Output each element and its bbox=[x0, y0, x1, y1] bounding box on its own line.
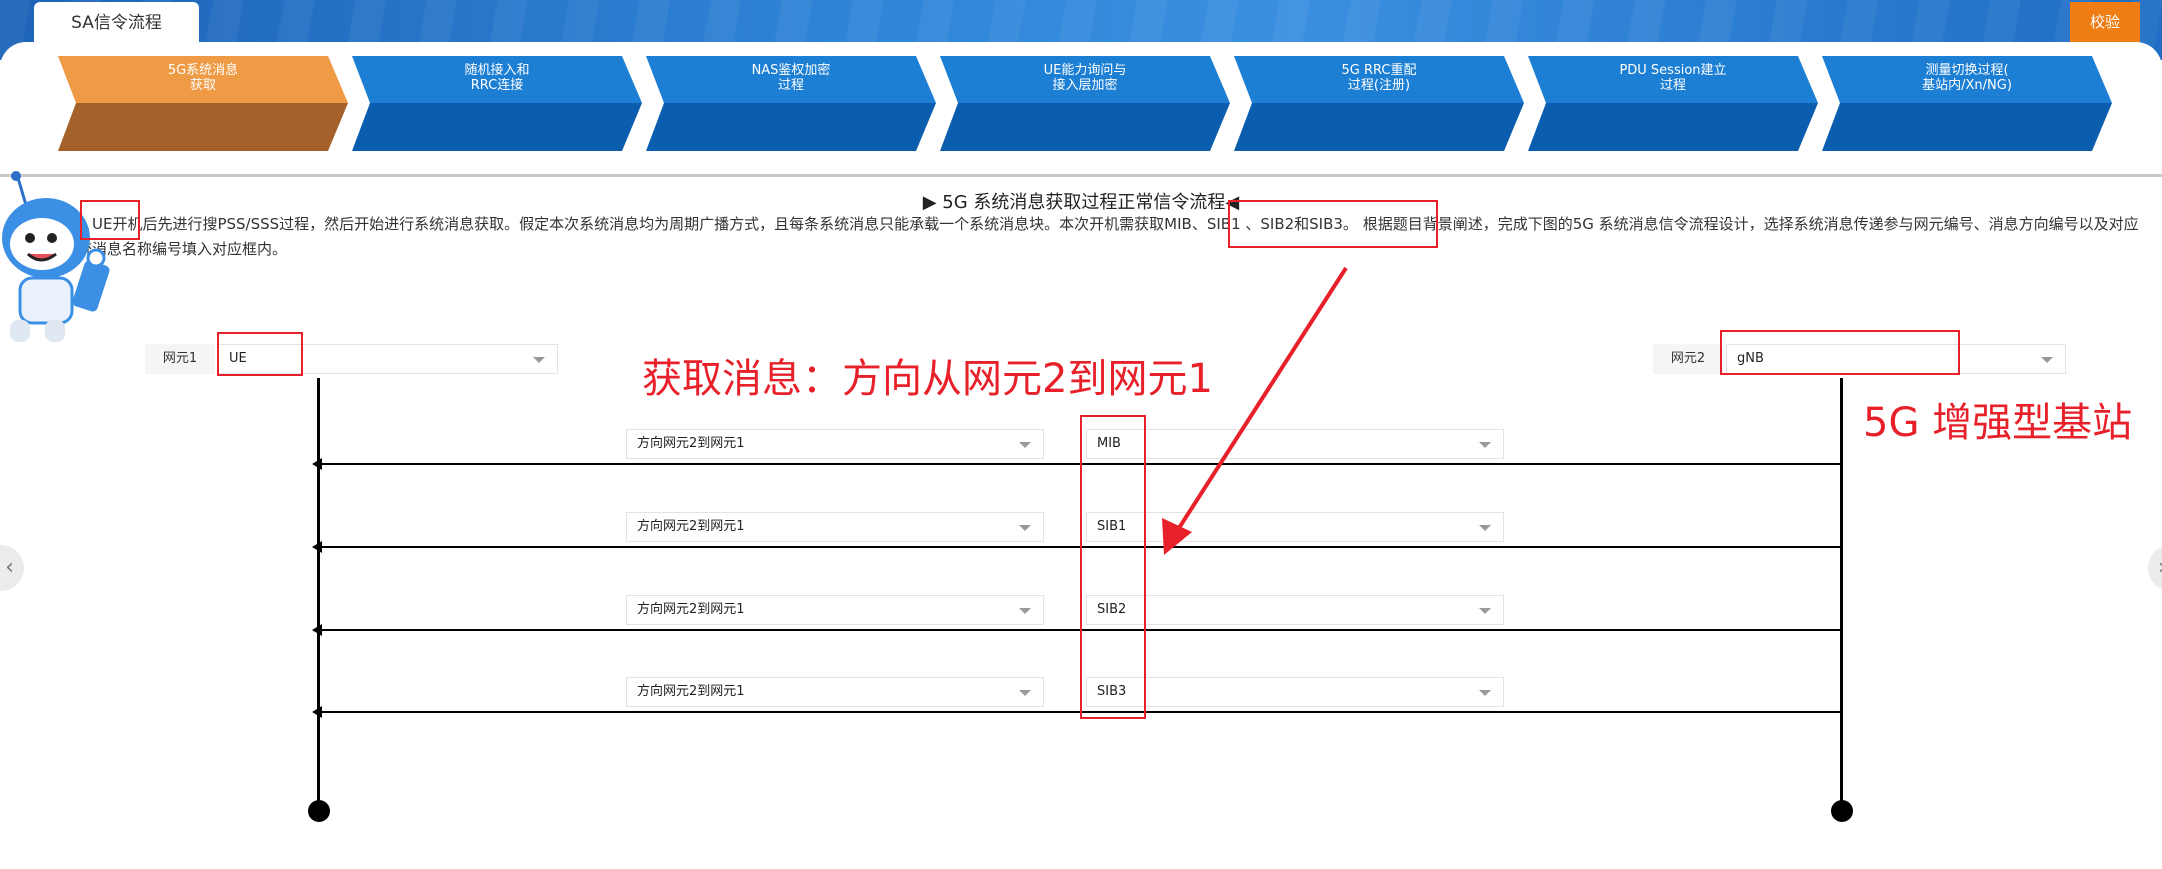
step-label: 5G RRC重配 过程(注册) bbox=[1341, 63, 1417, 93]
chevron-down-icon bbox=[1479, 690, 1491, 696]
chevron-down-icon bbox=[1019, 525, 1031, 531]
chevron-down-icon bbox=[1479, 525, 1491, 531]
step-label: 5G系统消息 获取 bbox=[167, 63, 239, 93]
step-label: UE能力询问与 接入层加密 bbox=[1043, 63, 1127, 93]
chevron-down-icon bbox=[1479, 442, 1491, 448]
ne2-lifeline bbox=[1840, 378, 1843, 810]
step-random-access[interactable]: 随机接入和 RRC连接 bbox=[352, 56, 642, 151]
step-nas-auth[interactable]: NAS鉴权加密 过程 bbox=[646, 56, 936, 151]
message-direction-value: 方向网元2到网元1 bbox=[637, 684, 745, 699]
step-ue-capability[interactable]: UE能力询问与 接入层加密 bbox=[940, 56, 1230, 151]
message-arrow-line bbox=[318, 629, 1840, 631]
message-direction-value: 方向网元2到网元1 bbox=[637, 519, 745, 534]
message-direction-select[interactable]: 方向网元2到网元1 bbox=[626, 429, 1044, 459]
ne1-label: 网元1 bbox=[145, 344, 215, 374]
ne1-lifeline-end bbox=[308, 800, 330, 822]
section-title: ▶ 5G 系统消息获取过程正常信令流程◀ bbox=[922, 192, 1240, 213]
chevron-down-icon bbox=[2041, 357, 2053, 363]
annotation-box-sib-list bbox=[1228, 200, 1438, 248]
annotation-direction-note: 获取消息：方向从网元2到网元1 bbox=[642, 356, 1213, 402]
message-arrow-line bbox=[318, 711, 1840, 713]
step-label: 测量切换过程( 基站内/Xn/NG) bbox=[1922, 63, 2012, 93]
message-arrow-line bbox=[318, 546, 1840, 548]
message-direction-select[interactable]: 方向网元2到网元1 bbox=[626, 512, 1044, 542]
chevron-down-icon bbox=[1019, 690, 1031, 696]
task-description: 当，UE开机后先进行搜PSS/SSS过程，然后开始进行系统消息获取。假定本次系统… bbox=[62, 215, 2139, 258]
annotation-box-ne1 bbox=[217, 332, 303, 376]
chevron-down-icon bbox=[1019, 442, 1031, 448]
message-name-select[interactable]: SIB3 bbox=[1086, 677, 1504, 707]
message-direction-select[interactable]: 方向网元2到网元1 bbox=[626, 677, 1044, 707]
verify-button[interactable]: 校验 bbox=[2070, 2, 2140, 42]
annotation-box-message-names bbox=[1080, 415, 1146, 719]
ne2-label: 网元2 bbox=[1653, 344, 1723, 374]
annotation-box-ne2 bbox=[1720, 330, 1960, 375]
arrow-left-icon bbox=[312, 458, 322, 470]
process-steps: 5G系统消息 获取 随机接入和 RRC连接 NAS鉴权加密 过程 UE能力询问与… bbox=[58, 56, 2158, 151]
step-label: PDU Session建立 过程 bbox=[1619, 63, 1727, 93]
message-direction-value: 方向网元2到网元1 bbox=[637, 602, 745, 617]
step-label: 随机接入和 RRC连接 bbox=[464, 63, 530, 93]
step-label: NAS鉴权加密 过程 bbox=[751, 63, 831, 93]
annotation-arrow-icon bbox=[1162, 266, 1348, 555]
message-name-select[interactable]: SIB2 bbox=[1086, 595, 1504, 625]
chevron-down-icon bbox=[1479, 608, 1491, 614]
message-arrow-line bbox=[318, 463, 1840, 465]
step-system-message[interactable]: 5G系统消息 获取 bbox=[58, 56, 348, 151]
arrow-left-icon bbox=[312, 624, 322, 636]
ne2-lifeline-end bbox=[1831, 800, 1853, 822]
divider bbox=[0, 174, 2162, 177]
annotation-box-ue bbox=[80, 200, 140, 240]
annotation-gnb-note: 5G 增强型基站 bbox=[1863, 400, 2133, 446]
arrow-left-icon bbox=[312, 706, 322, 718]
message-direction-value: 方向网元2到网元1 bbox=[637, 436, 745, 451]
chevron-down-icon bbox=[533, 357, 545, 363]
tab-sa-signaling[interactable]: SA信令流程 bbox=[34, 2, 199, 44]
step-pdu-session[interactable]: PDU Session建立 过程 bbox=[1528, 56, 1818, 151]
robot-mascot-icon bbox=[2, 171, 110, 342]
message-direction-select[interactable]: 方向网元2到网元1 bbox=[626, 595, 1044, 625]
chevron-down-icon bbox=[1019, 608, 1031, 614]
step-rrc-reconfig[interactable]: 5G RRC重配 过程(注册) bbox=[1234, 56, 1524, 151]
ne1-lifeline bbox=[317, 378, 320, 810]
step-handover[interactable]: 测量切换过程( 基站内/Xn/NG) bbox=[1822, 56, 2112, 151]
arrow-left-icon bbox=[312, 541, 322, 553]
